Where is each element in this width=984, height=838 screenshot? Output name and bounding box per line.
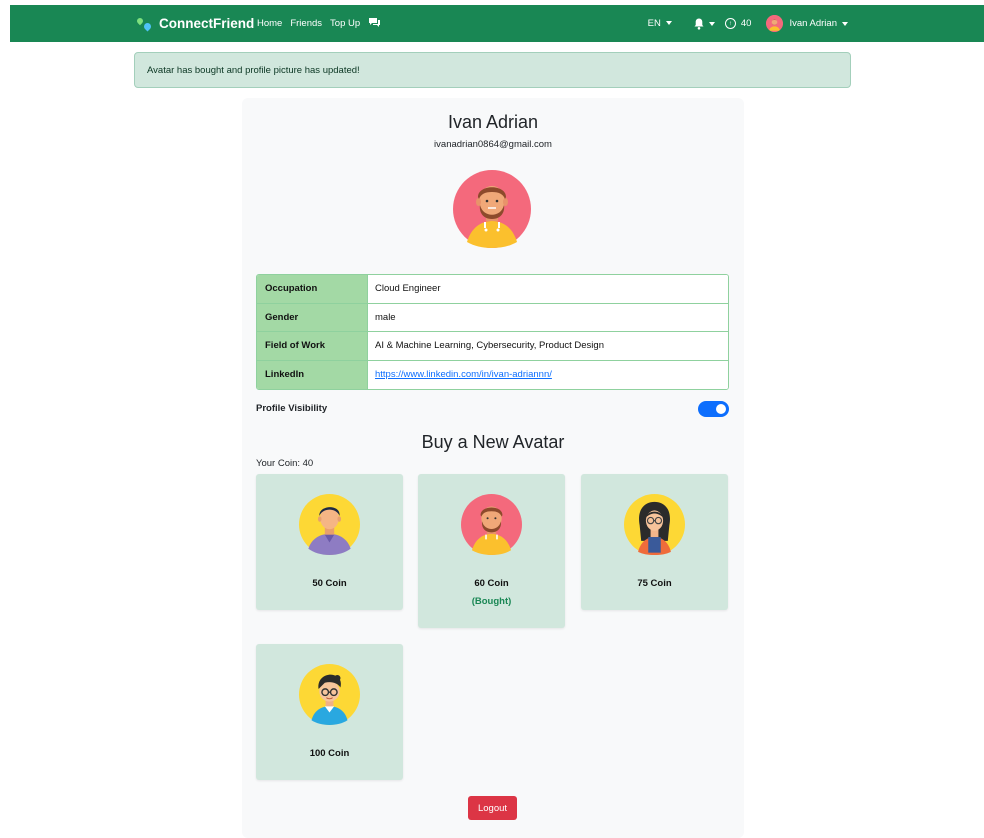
- linkedin-label: LinkedIn: [257, 360, 368, 389]
- success-alert: Avatar has bought and profile picture ha…: [134, 52, 851, 88]
- bell-icon: [694, 18, 704, 30]
- profile-avatar: [453, 170, 531, 248]
- brand-name: ConnectFriend: [159, 16, 255, 31]
- user-menu[interactable]: Ivan Adrian: [766, 15, 848, 32]
- profile-card: Ivan Adrian ivanadrian0864@gmail.com Occ…: [242, 98, 744, 838]
- toggle-knob: [716, 404, 726, 414]
- linkedin-cell: https://www.linkedin.com/in/ivan-adriann…: [368, 360, 728, 389]
- profile-name: Ivan Adrian: [447, 112, 539, 132]
- profile-email: ivanadrian0864@gmail.com: [434, 139, 552, 150]
- occupation-value: Cloud Engineer: [368, 275, 728, 303]
- avatar-option-60[interactable]: 60 Coin (Bought): [418, 474, 565, 628]
- field-of-work-label: Field of Work: [257, 332, 368, 360]
- avatar-option-50[interactable]: 50 Coin: [256, 474, 403, 610]
- chevron-down-icon: [842, 21, 848, 26]
- avatar-price: 50 Coin: [312, 578, 347, 589]
- field-of-work-value: AI & Machine Learning, Cybersecurity, Pr…: [368, 332, 728, 360]
- table-row: Field of Work AI & Machine Learning, Cyb…: [257, 332, 728, 361]
- notifications-dropdown[interactable]: [694, 18, 715, 30]
- table-row: Gender male: [257, 303, 728, 332]
- profile-visibility-toggle[interactable]: [698, 401, 729, 417]
- profile-visibility-label: Profile Visibility: [256, 403, 328, 414]
- nav-links: Home Friends Top Up: [257, 5, 381, 42]
- profile-info-table: Occupation Cloud Engineer Gender male Fi…: [256, 274, 729, 390]
- table-row: LinkedIn https://www.linkedin.com/in/iva…: [257, 360, 728, 389]
- linkedin-link[interactable]: https://www.linkedin.com/in/ivan-adriann…: [375, 369, 552, 380]
- buy-avatar-title: Buy a New Avatar: [421, 432, 565, 452]
- nav-right: EN ↑ 40 Ivan Adrian: [648, 5, 848, 42]
- occupation-label: Occupation: [257, 275, 368, 303]
- nav-topup-link[interactable]: Top Up: [330, 18, 360, 29]
- brand-logo-icon: [135, 16, 153, 32]
- your-coin-text: Your Coin: 40: [256, 458, 314, 469]
- coin-balance: ↑ 40: [724, 18, 751, 29]
- gender-label: Gender: [257, 303, 368, 331]
- avatar-option-100[interactable]: 100 Coin: [256, 644, 403, 780]
- logout-button[interactable]: Logout: [468, 796, 517, 820]
- avatar-bearded-man-icon: [461, 494, 522, 555]
- nav-home-link[interactable]: Home: [257, 18, 282, 29]
- avatar-option-75[interactable]: 75 Coin: [581, 474, 728, 610]
- avatar-price: 100 Coin: [309, 748, 350, 759]
- avatar-bearded-man-icon: [453, 170, 531, 248]
- chevron-down-icon: [665, 21, 672, 26]
- alert-text: Avatar has bought and profile picture ha…: [147, 64, 360, 76]
- brand[interactable]: ConnectFriend: [135, 5, 255, 42]
- nav-friends-link[interactable]: Friends: [290, 18, 322, 29]
- language-dropdown[interactable]: EN: [648, 18, 672, 29]
- gender-value: male: [368, 303, 728, 331]
- chat-icon[interactable]: [368, 17, 381, 31]
- avatar-price: 75 Coin: [637, 578, 672, 589]
- avatar-boy-glasses-icon: [299, 664, 360, 725]
- user-avatar: [766, 15, 784, 32]
- table-row: Occupation Cloud Engineer: [257, 275, 728, 304]
- navbar: ConnectFriend Home Friends Top Up EN ↑ 4…: [10, 5, 984, 42]
- avatar-woman-glasses-icon: [624, 494, 685, 555]
- coin-icon: ↑: [724, 18, 736, 29]
- chevron-down-icon: [708, 21, 715, 26]
- bought-status: (Bought): [471, 596, 512, 607]
- avatar-man-purple-icon: [299, 494, 360, 555]
- avatar-price: 60 Coin: [474, 578, 509, 589]
